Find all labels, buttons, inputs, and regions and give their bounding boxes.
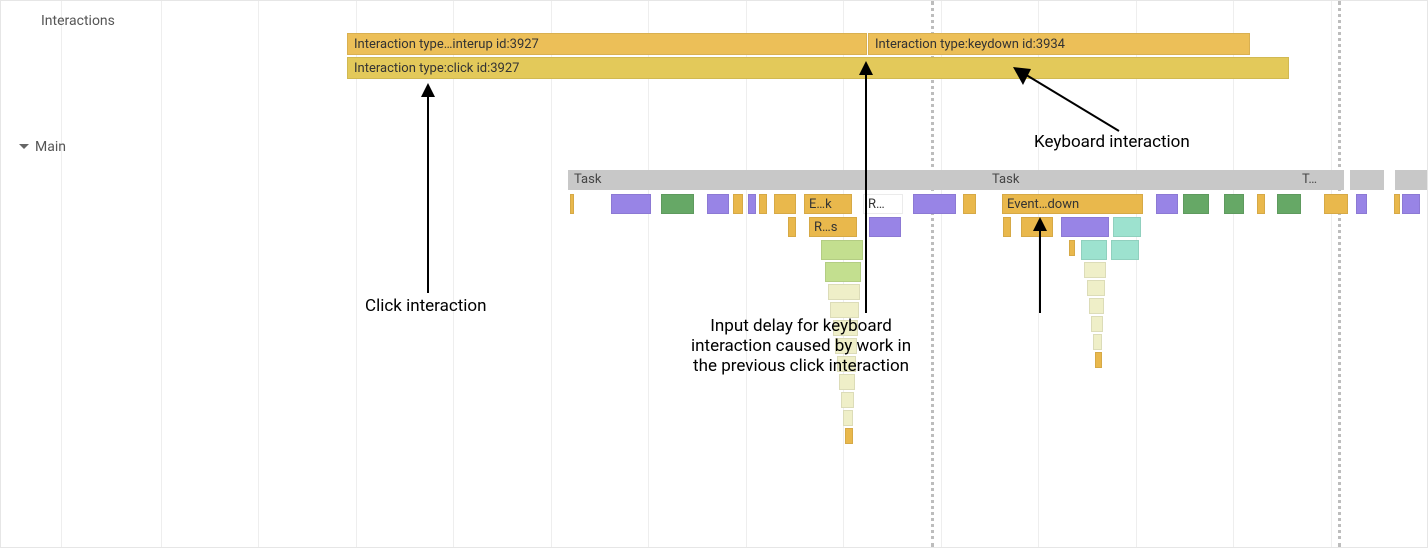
flame-block[interactable]	[1356, 194, 1367, 214]
collapse-triangle-icon	[19, 144, 29, 149]
main-task[interactable]	[1366, 170, 1384, 190]
flame-block[interactable]	[774, 194, 796, 214]
main-task[interactable]	[1395, 170, 1427, 190]
flame-block[interactable]	[825, 262, 861, 282]
flame-block[interactable]	[845, 428, 853, 444]
annotation-input-delay: Input delay for keyboard interaction cau…	[691, 316, 911, 376]
flame-block[interactable]	[748, 194, 756, 214]
flame-block[interactable]	[843, 410, 853, 426]
flame-block[interactable]	[1257, 194, 1265, 214]
flame-block[interactable]	[1277, 194, 1301, 214]
flame-block[interactable]	[1061, 217, 1109, 237]
flame-block-event[interactable]: R…s	[809, 217, 857, 237]
main-task[interactable]: T…	[1296, 170, 1344, 190]
interaction-keydown[interactable]: Interaction type:keydown id:3934	[868, 33, 1250, 55]
flame-block[interactable]	[1089, 298, 1104, 314]
main-task[interactable]: Task	[986, 170, 1301, 190]
arrow-icon	[1009, 63, 1129, 135]
flame-block[interactable]	[963, 194, 976, 214]
flame-block[interactable]	[1324, 194, 1348, 214]
flame-block[interactable]	[1224, 194, 1244, 214]
flame-block[interactable]	[1394, 194, 1400, 214]
timeline-grid	[1, 1, 1427, 547]
annotation-click: Click interaction	[365, 296, 487, 316]
flame-block[interactable]	[788, 217, 796, 237]
flame-block[interactable]	[839, 374, 855, 390]
arrow-icon	[1032, 217, 1048, 313]
track-label-interactions: Interactions	[41, 13, 115, 29]
flame-block[interactable]	[1402, 194, 1420, 214]
interaction-click[interactable]: Interaction type:click id:3927	[347, 57, 1289, 79]
track-label-main[interactable]: Main	[19, 139, 66, 155]
flame-block[interactable]	[841, 392, 854, 408]
interaction-pointerup[interactable]: Interaction type…interup id:3927	[347, 33, 867, 55]
flame-block[interactable]	[1081, 240, 1107, 260]
flame-block[interactable]	[1183, 194, 1209, 214]
main-task[interactable]: Task	[568, 170, 990, 190]
flame-block[interactable]	[611, 194, 651, 214]
flame-block[interactable]	[570, 194, 574, 214]
arrow-icon	[420, 83, 436, 293]
flame-block[interactable]	[1084, 262, 1106, 278]
flame-block[interactable]	[913, 194, 956, 214]
flame-block[interactable]	[1113, 217, 1141, 237]
flame-block[interactable]	[821, 240, 863, 260]
flame-block[interactable]	[661, 194, 694, 214]
flame-block[interactable]	[759, 194, 767, 214]
flame-block-event[interactable]: Event…down	[1002, 194, 1143, 214]
flame-block[interactable]	[733, 194, 743, 214]
annotation-keyboard: Keyboard interaction	[1034, 132, 1190, 152]
flame-block[interactable]	[1111, 240, 1139, 260]
flame-block[interactable]	[828, 284, 860, 300]
arrow-icon	[858, 61, 874, 313]
flame-block[interactable]	[1095, 352, 1102, 368]
flame-block[interactable]	[1003, 217, 1011, 237]
flame-block[interactable]	[707, 194, 729, 214]
flame-block[interactable]	[1087, 280, 1105, 296]
flame-block[interactable]	[1091, 316, 1103, 332]
flame-block[interactable]	[1093, 334, 1102, 350]
flame-block-event[interactable]: E…k	[804, 194, 852, 214]
timeline-marker	[931, 1, 934, 547]
flame-block[interactable]	[1156, 194, 1178, 214]
flame-block[interactable]	[1069, 240, 1075, 256]
timeline-marker	[1338, 1, 1341, 547]
